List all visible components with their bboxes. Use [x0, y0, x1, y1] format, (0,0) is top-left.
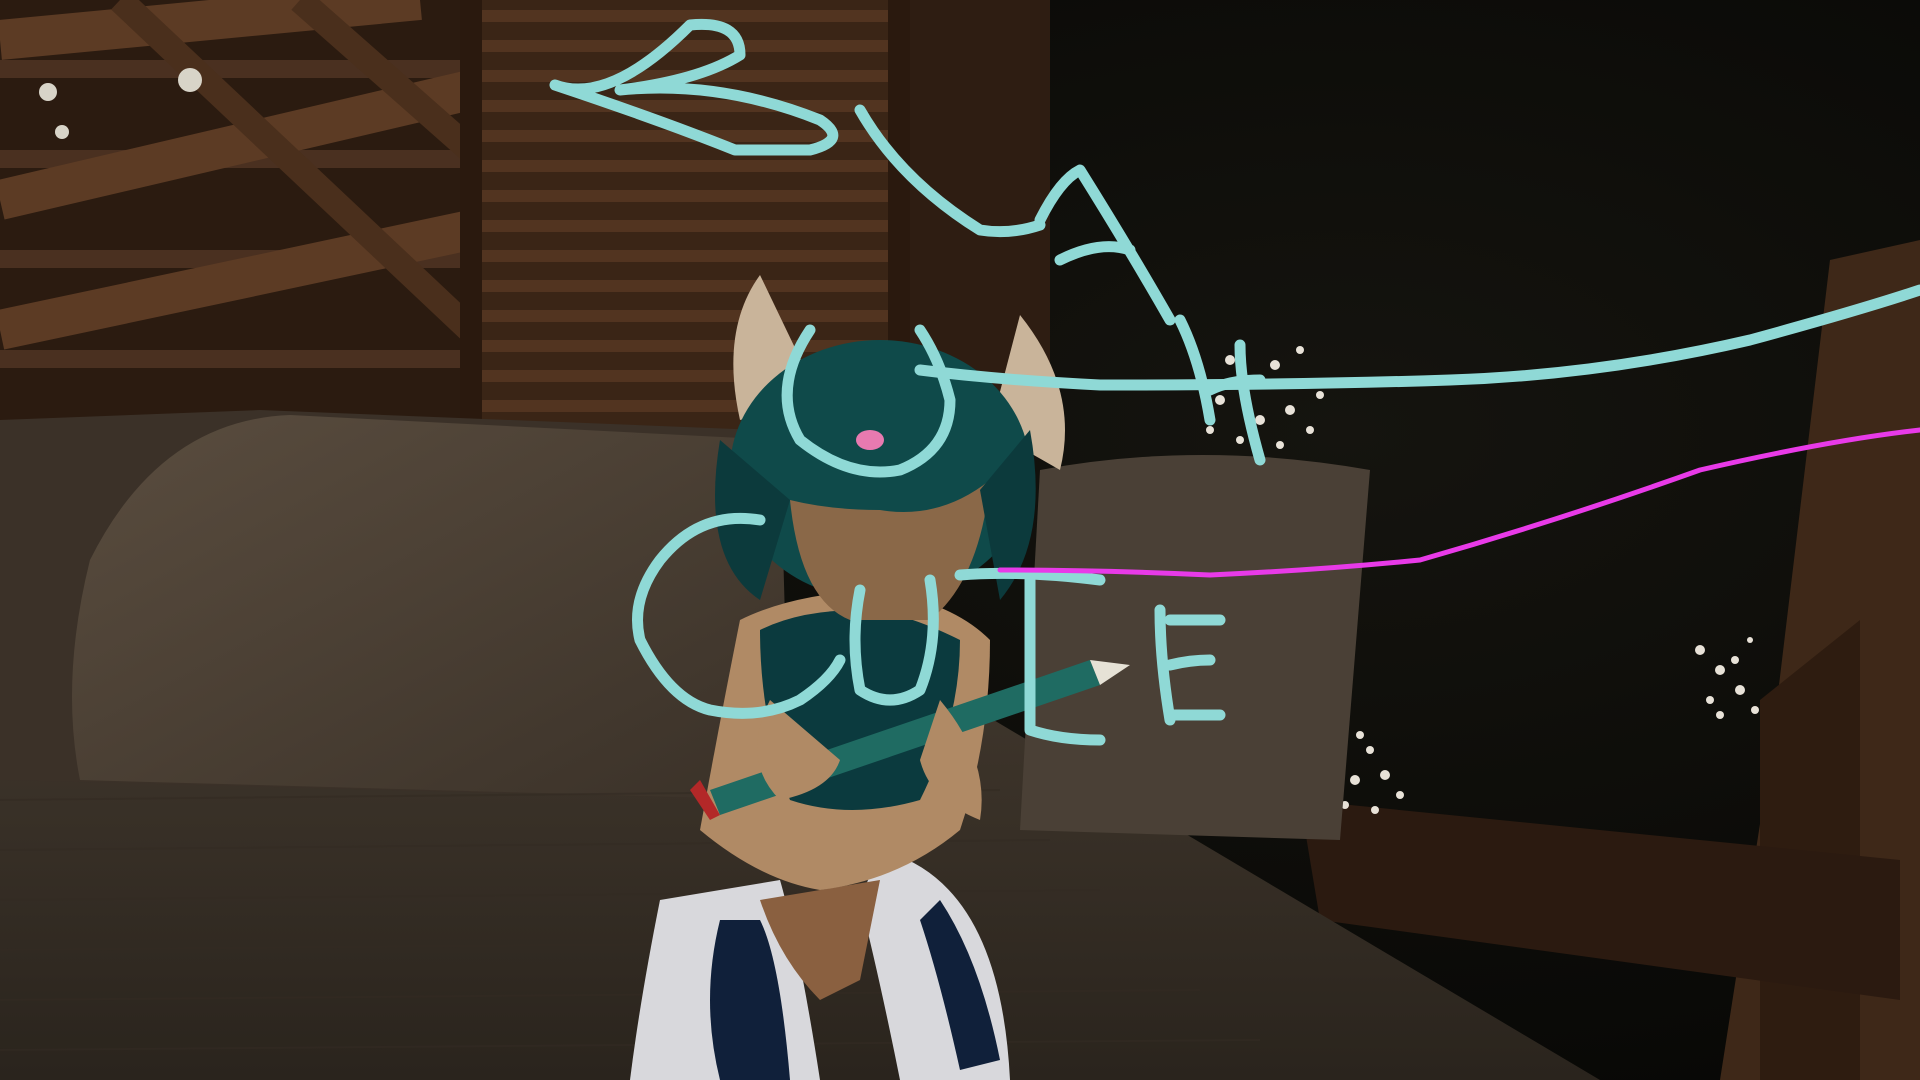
- wooden-lattice-wall: [0, 0, 479, 420]
- pillow-left: [72, 415, 790, 800]
- vr-scene: [0, 0, 1920, 1080]
- pillow-right: [1020, 455, 1370, 840]
